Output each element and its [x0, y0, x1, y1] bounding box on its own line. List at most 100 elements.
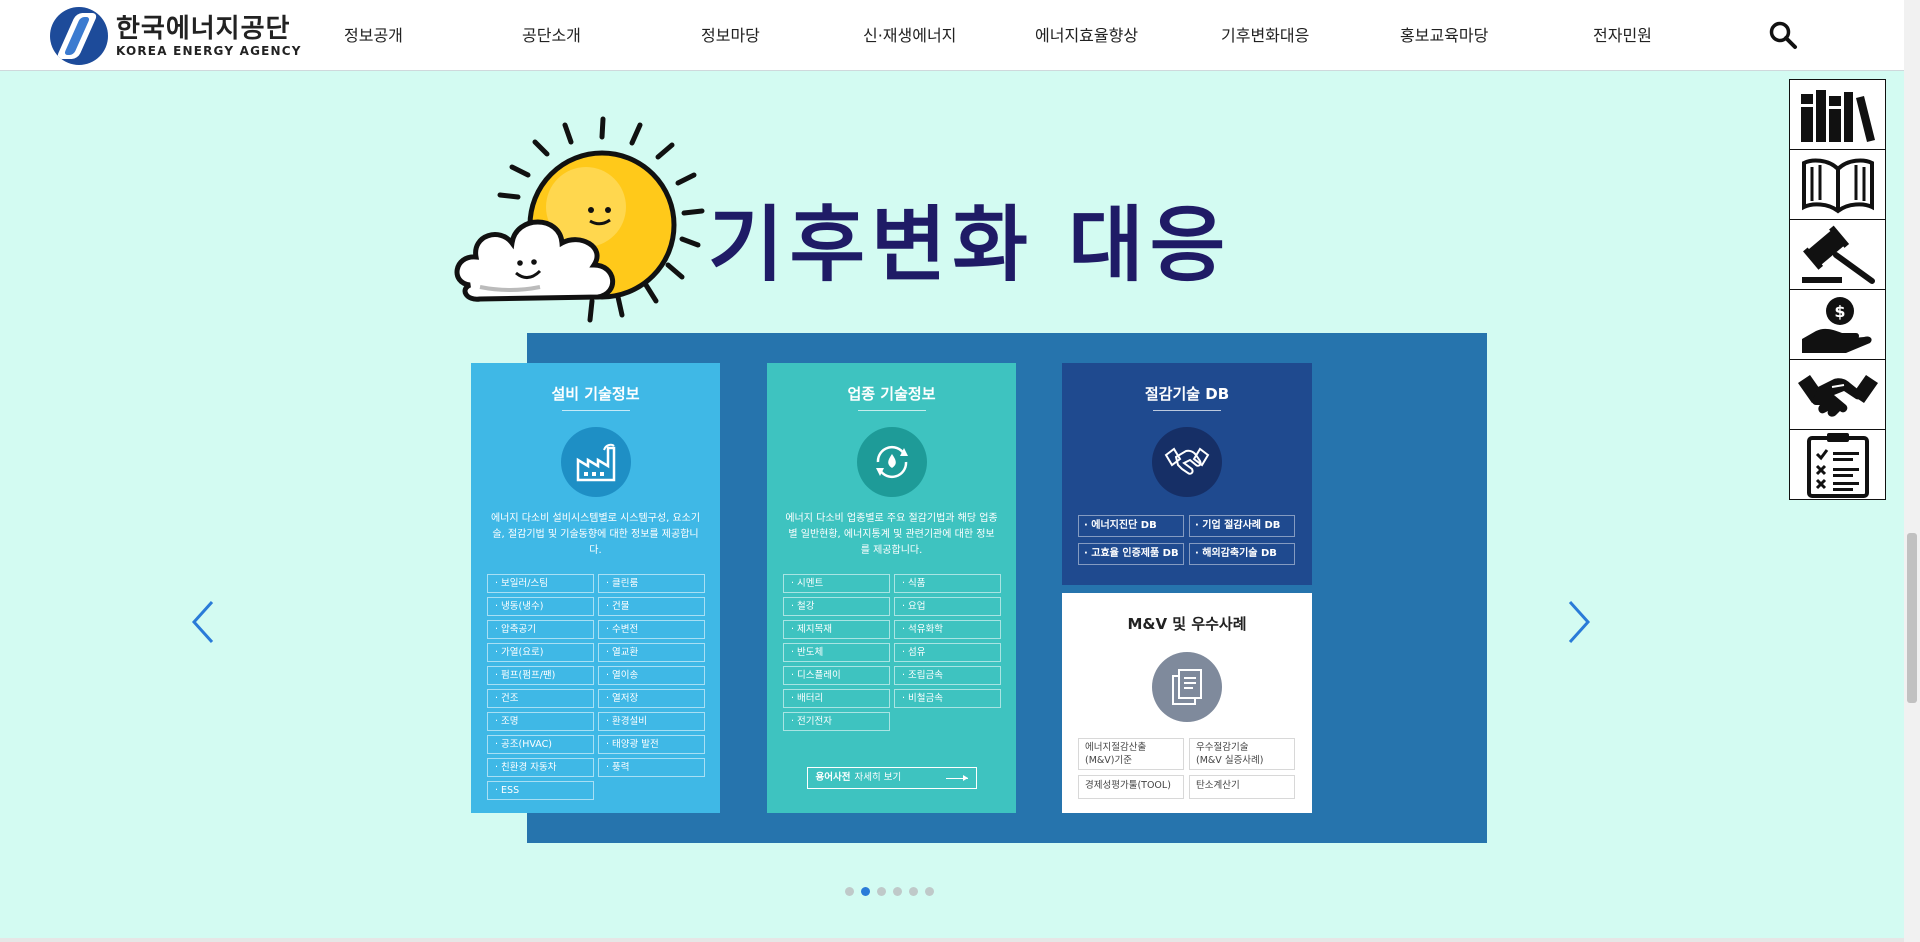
mv-item[interactable]: 경제성평가툴(TOOL) [1078, 775, 1184, 799]
industry-item[interactable]: 디스플레이 [783, 666, 890, 685]
saving-db-item[interactable]: 고효율 인증제품 DB [1078, 543, 1184, 565]
money-hand-icon: $ [1801, 296, 1872, 353]
facility-item[interactable]: 태양광 발전 [598, 735, 705, 754]
facility-item[interactable]: 열이송 [598, 666, 705, 685]
pagination-dot-active[interactable] [861, 887, 870, 896]
open-book-icon [1801, 158, 1874, 214]
facility-item[interactable]: 건조 [487, 689, 594, 708]
facility-item[interactable]: 클린룸 [598, 574, 705, 593]
nav-item-renewable[interactable]: 신·재생에너지 [863, 22, 956, 46]
facility-item[interactable]: 친환경 자동차 [487, 758, 594, 777]
saving-db-item[interactable]: 에너지진단 DB [1078, 515, 1184, 537]
search-icon[interactable] [1768, 20, 1798, 50]
carousel-pagination [845, 887, 934, 896]
facility-item[interactable]: 냉동(냉수) [487, 597, 594, 616]
facility-item[interactable]: 공조(HVAC) [487, 735, 594, 754]
glossary-more-label: 자세히 보기 [854, 772, 902, 783]
mv-item[interactable]: 우수절감기술 (M&V 실증사례) [1189, 738, 1295, 770]
quick-handshake[interactable] [1789, 359, 1886, 430]
handshake-icon [1152, 427, 1222, 497]
horizontal-scrollbar[interactable] [0, 938, 1904, 942]
pagination-dot[interactable] [925, 887, 934, 896]
quick-checklist[interactable] [1789, 429, 1886, 500]
industry-item[interactable]: 전기전자 [783, 712, 890, 731]
industry-tech-card: 업종 기술정보 에너지 다소비 업종별로 주요 절감기법과 해당 업종별 일반현… [767, 363, 1016, 813]
documents-icon [1152, 652, 1222, 722]
facility-item[interactable]: ESS [487, 781, 594, 800]
nav-item-info-disclosure[interactable]: 정보공개 [344, 22, 403, 46]
mv-item[interactable]: 탄소계산기 [1189, 775, 1295, 799]
industry-item[interactable]: 비철금속 [894, 689, 1001, 708]
svg-text:$: $ [1834, 302, 1845, 321]
facility-item[interactable]: 풍력 [598, 758, 705, 777]
facility-item[interactable]: 펌프(펌프/팬) [487, 666, 594, 685]
mv-best-practice-title[interactable]: M&V 및 우수사례 [1062, 613, 1312, 634]
facility-tech-card: 설비 기술정보 에너지 다소비 설비시스템별로 시스템구성, 요소기술, 절감기… [471, 363, 720, 813]
quick-gavel[interactable] [1789, 219, 1886, 290]
recycle-drop-icon [856, 427, 927, 497]
factory-icon [560, 427, 631, 497]
pagination-dot[interactable] [845, 887, 854, 896]
industry-item[interactable]: 조립금속 [894, 666, 1001, 685]
page-title: 기후변화 대응 [708, 198, 1232, 293]
quick-open-book[interactable] [1789, 149, 1886, 220]
mv-item[interactable]: 에너지절감산출 (M&V)기준 [1078, 738, 1184, 770]
facility-tech-title[interactable]: 설비 기술정보 [471, 383, 720, 404]
logo-english-name: KOREA ENERGY AGENCY [116, 44, 302, 58]
saving-tech-db-title[interactable]: 절감기술 DB [1062, 383, 1312, 404]
facility-item[interactable]: 열교환 [598, 643, 705, 662]
nav-item-e-civil[interactable]: 전자민원 [1593, 22, 1652, 46]
industry-item[interactable]: 반도체 [783, 643, 890, 662]
industry-tech-description: 에너지 다소비 업종별로 주요 절감기법과 해당 업종별 일반현황, 에너지통계… [785, 513, 998, 556]
saving-db-item[interactable]: 기업 절감사례 DB [1189, 515, 1295, 537]
pagination-dot[interactable] [909, 887, 918, 896]
industry-item[interactable]: 요업 [894, 597, 1001, 616]
pagination-dot[interactable] [877, 887, 886, 896]
nav-item-info-plaza[interactable]: 정보마당 [701, 22, 760, 46]
facility-item[interactable]: 수변전 [598, 620, 705, 639]
quick-books[interactable] [1789, 79, 1886, 150]
handshake-icon [1797, 374, 1878, 417]
industry-item[interactable]: 배터리 [783, 689, 890, 708]
facility-item[interactable]: 가열(요로) [487, 643, 594, 662]
facility-item[interactable]: 압축공기 [487, 620, 594, 639]
industry-item[interactable]: 철강 [783, 597, 890, 616]
industry-item[interactable]: 제지목재 [783, 620, 890, 639]
industry-tech-title[interactable]: 업종 기술정보 [767, 383, 1016, 404]
nav-item-climate[interactable]: 기후변화대응 [1221, 22, 1309, 46]
agency-logo[interactable]: 한국에너지공단 KOREA ENERGY AGENCY [50, 7, 302, 65]
nav-item-efficiency[interactable]: 에너지효율향상 [1035, 22, 1138, 46]
industry-item[interactable]: 식품 [894, 574, 1001, 593]
facility-item[interactable]: 환경설비 [598, 712, 705, 731]
facility-item[interactable]: 조명 [487, 712, 594, 731]
facility-tech-description: 에너지 다소비 설비시스템별로 시스템구성, 요소기술, 절감기법 및 기술동향… [490, 513, 701, 556]
industry-item[interactable]: 시멘트 [783, 574, 890, 593]
vertical-scrollbar[interactable] [1904, 0, 1920, 942]
nav-item-about[interactable]: 공단소개 [522, 22, 581, 46]
scrollbar-thumb[interactable] [1907, 533, 1917, 703]
logo-mark-icon [50, 7, 108, 65]
quick-menu: $ [1789, 79, 1886, 500]
saving-db-item[interactable]: 해외감축기술 DB [1189, 543, 1295, 565]
pagination-dot[interactable] [893, 887, 902, 896]
industry-item[interactable]: 석유화학 [894, 620, 1001, 639]
facility-item[interactable]: 보일러/스팀 [487, 574, 594, 593]
gavel-icon [1801, 225, 1875, 284]
logo-korean-name: 한국에너지공단 [116, 14, 291, 44]
next-slide-arrow-icon[interactable] [1564, 598, 1594, 646]
sun-cloud-illustration [454, 116, 705, 323]
prev-slide-arrow-icon[interactable] [188, 598, 218, 646]
glossary-button[interactable]: 용어사전 자세히 보기 [806, 767, 977, 789]
glossary-label: 용어사전 [815, 772, 851, 783]
mv-best-practice-card: M&V 및 우수사례 에너지절감산출 (M&V)기준 우수절감기술 (M&V 실… [1062, 593, 1312, 813]
industry-item[interactable]: 섬유 [894, 643, 1001, 662]
facility-item[interactable]: 건물 [598, 597, 705, 616]
checklist-icon [1806, 432, 1869, 498]
quick-money-hand[interactable]: $ [1789, 289, 1886, 360]
facility-item[interactable]: 열저장 [598, 689, 705, 708]
site-header: 한국에너지공단 KOREA ENERGY AGENCY 정보공개 공단소개 정보… [0, 0, 1904, 71]
books-icon [1800, 89, 1875, 142]
nav-item-pr-education[interactable]: 홍보교육마당 [1400, 22, 1488, 46]
saving-tech-db-card: 절감기술 DB 에너지진단 DB 기업 절감사례 DB 고효율 인증제품 DB … [1062, 363, 1312, 585]
arrow-right-icon [945, 775, 968, 781]
